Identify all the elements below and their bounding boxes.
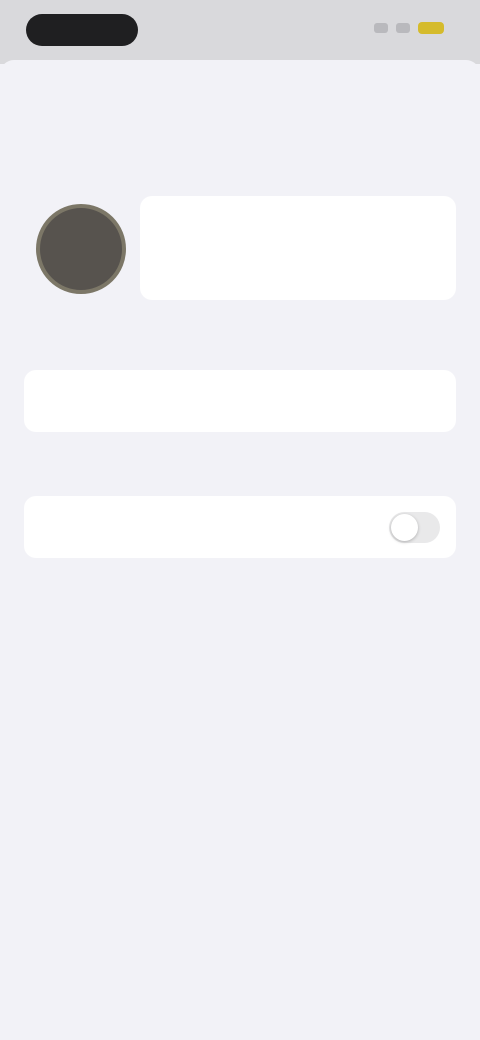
screen (0, 0, 480, 1040)
navigation-bar (0, 60, 480, 148)
signal-icon (374, 23, 388, 33)
name-field-card (140, 196, 456, 300)
status-icons (374, 22, 444, 34)
modal-sheet (0, 60, 480, 1040)
wifi-icon (396, 23, 410, 33)
setting-toggle[interactable] (389, 511, 440, 543)
section-one-card (24, 370, 456, 432)
status-bar (0, 0, 480, 64)
toggle-knob (391, 513, 418, 541)
section-one-row[interactable] (24, 370, 456, 432)
name-input[interactable] (160, 236, 434, 258)
section-two-row (24, 496, 456, 558)
section-two-card (24, 496, 456, 558)
dynamic-island (26, 14, 138, 46)
battery-icon (418, 22, 444, 34)
avatar[interactable] (36, 204, 126, 294)
